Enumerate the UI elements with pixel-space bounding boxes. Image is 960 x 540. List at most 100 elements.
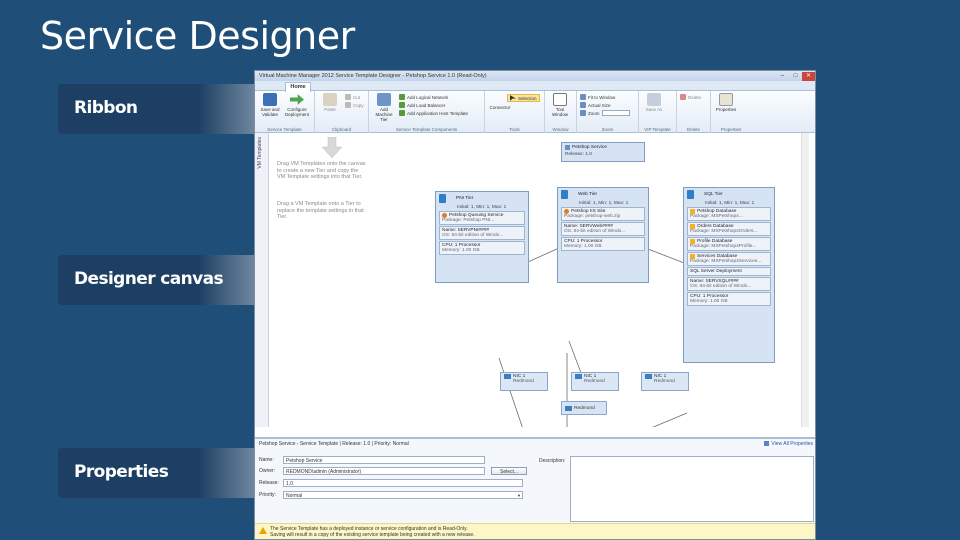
canvas-hint-2: Drag a VM Template onto a Tier to replac… [277,201,364,220]
actual-size-icon [580,102,586,108]
properties-panel: Petshop Service - Service Template | Rel… [255,437,815,539]
tier-name: Web Tier [578,192,598,197]
button-label: Paste [324,107,336,112]
vm-templates-sidebar[interactable]: VM Templates [255,133,269,427]
tier-item[interactable]: CPU: 1 Processor Memory: 1.00 GB [439,241,525,255]
zoom-icon [580,110,586,116]
nic-network: Redmond [584,379,605,384]
ribbon-group-window: Tool Window Window [545,91,577,133]
zoom-control[interactable]: Zoom [580,110,630,116]
load-balancer-icon [399,102,405,108]
ribbon-group-delete: Delete Delete [677,91,711,133]
designer-canvas[interactable]: Drag VM Templates onto the canvas to cre… [269,133,809,427]
tier-item[interactable]: Name: SERVWeb#### OS: 64-bit edition of W… [561,222,645,236]
item-detail: Memory: 1.00 GB [442,248,480,253]
add-load-balancer-button[interactable]: Add Load Balancer [399,102,468,108]
canvas-hint-1: Drag VM Templates onto the canvas to cre… [277,161,366,180]
tier-item[interactable]: SQL Server Deployment [687,267,771,276]
tier-item[interactable]: Name: SERVPNI#### OS: 64-bit edition of W… [439,226,525,240]
add-app-host-template-button[interactable]: Add Application Host Template [399,110,468,116]
priority-value: Normal [286,493,303,499]
group-label: Clipboard [331,127,352,132]
item-title: SQL Server Deployment [690,269,742,274]
name-field[interactable]: Petshop Service [283,456,485,464]
minimize-button[interactable]: – [776,72,789,81]
service-icon [565,145,570,150]
warning-line-2: Saving will result in a copy of the exis… [270,532,475,538]
warning-icon [259,527,267,534]
drop-arrow-icon [321,137,343,159]
description-field[interactable] [570,456,814,522]
item-detail: Memory: 1.00 GB [564,244,602,249]
canvas-scrollbar[interactable] [801,133,809,427]
tier-item[interactable]: Services Database Package: MSPetshop4Serv… [687,252,771,266]
button-label: Selection [518,95,537,101]
tier-item[interactable]: Profile Database Package: MSPetshop4Profi… [687,237,771,251]
service-name: Petshop Service [572,145,607,150]
button-label: Fit to Window [588,94,616,100]
network-icon [565,405,572,411]
fit-to-window-button[interactable]: Fit to Window [580,94,630,100]
properties-header: Petshop Service - Service Template | Rel… [259,441,409,447]
tier-name: PNI Tier [456,196,474,201]
view-all-properties-link[interactable]: View All Properties [764,441,813,447]
add-logical-network-button[interactable]: Add Logical Network [399,94,468,100]
logical-network-node[interactable]: Redmond [561,401,607,415]
tier-instances: Initial: 1, Min: 1, Max: 1 [457,205,507,210]
selection-button[interactable]: Selection [507,94,540,102]
callout-label: Properties [74,462,169,482]
save-as-icon [647,93,661,106]
tier-icon [561,190,568,199]
save-icon [263,93,277,106]
tier-icon [439,194,446,203]
ribbon-group-clipboard: Paste Cut Copy Clipboard [315,91,369,133]
service-node[interactable]: Petshop Service Release: 1.0 [561,142,645,162]
button-label: Delete [688,94,702,100]
copy-icon [345,102,351,108]
tier-item[interactable]: CPU: 1 Processor Memory: 1.00 GB [687,292,771,306]
ribbon: Save and Validate Configure Deployment S… [255,91,815,133]
button-label: Add Application Host Template [407,110,468,116]
nic-node[interactable]: NIC 1 Redmond [571,372,619,391]
button-label: Connector [489,105,511,110]
tier-item[interactable]: Name: SERVSQL#### OS: 64-bit edition of W… [687,277,771,291]
read-only-warning: The Service Template has a deployed inst… [255,523,815,539]
tier-item[interactable]: CPU: 1 Processor Memory: 1.00 GB [561,237,645,251]
priority-label: Priority: [259,492,276,498]
button-label: Copy [353,102,364,108]
description-label: Description: [539,458,566,464]
maximize-button[interactable]: □ [789,72,802,81]
delete-button[interactable]: Delete [680,94,701,100]
group-label: VIP Template [644,127,671,132]
zoom-field[interactable] [601,110,630,116]
tier-node-sql[interactable]: SQL Tier Initial: 1, Min: 1, Max: 1 Pets… [683,187,775,363]
nic-node[interactable]: NIC 1 Redmond [500,372,548,391]
owner-field[interactable]: REDMOND\admin (Administrator) [283,467,485,475]
nic-network: Redmond [513,379,534,384]
delete-icon [680,94,686,100]
ribbon-group-vip-template: Save As VIP Template [639,91,677,133]
release-field[interactable]: 1.0 [283,479,523,487]
actual-size-button[interactable]: Actual Size [580,102,630,108]
button-label: Actual Size [588,102,611,108]
button-label: Cut [353,94,361,100]
nic-node[interactable]: NIC 1 Redmond [641,372,689,391]
tier-item[interactable]: Petshop Queuing Service Package: Petshop … [439,211,525,225]
tier-node-web[interactable]: Web Tier Initial: 1, Min: 1, Max: 1 Pets… [557,187,649,283]
button-label: Add Machine Tier [375,107,393,122]
priority-select[interactable]: Normal ▼ [283,491,523,499]
item-detail: Package: Petshop PNI... [442,218,495,223]
copy-button[interactable]: Copy [345,102,364,108]
ribbon-group-service-template: Save and Validate Configure Deployment S… [255,91,315,133]
tier-item[interactable]: Orders Database Package: MSPetshop4Orders… [687,222,771,236]
button-label: Add Load Balancer [407,102,446,108]
select-owner-button[interactable]: Select... [491,467,528,475]
tier-icon [687,190,694,199]
cut-button[interactable]: Cut [345,94,364,100]
tier-item[interactable]: Petshop Database Package: MSPetshop4... [687,207,771,221]
tier-item[interactable]: Petshop IIS Site Package: petshop-web.zip [561,207,645,221]
callout-label: Designer canvas [74,269,224,289]
close-button[interactable]: ✕ [802,71,815,81]
tier-node-pni[interactable]: PNI Tier Initial: 1, Min: 1, Max: 1 Pets… [435,191,529,283]
nic-icon [645,374,652,379]
